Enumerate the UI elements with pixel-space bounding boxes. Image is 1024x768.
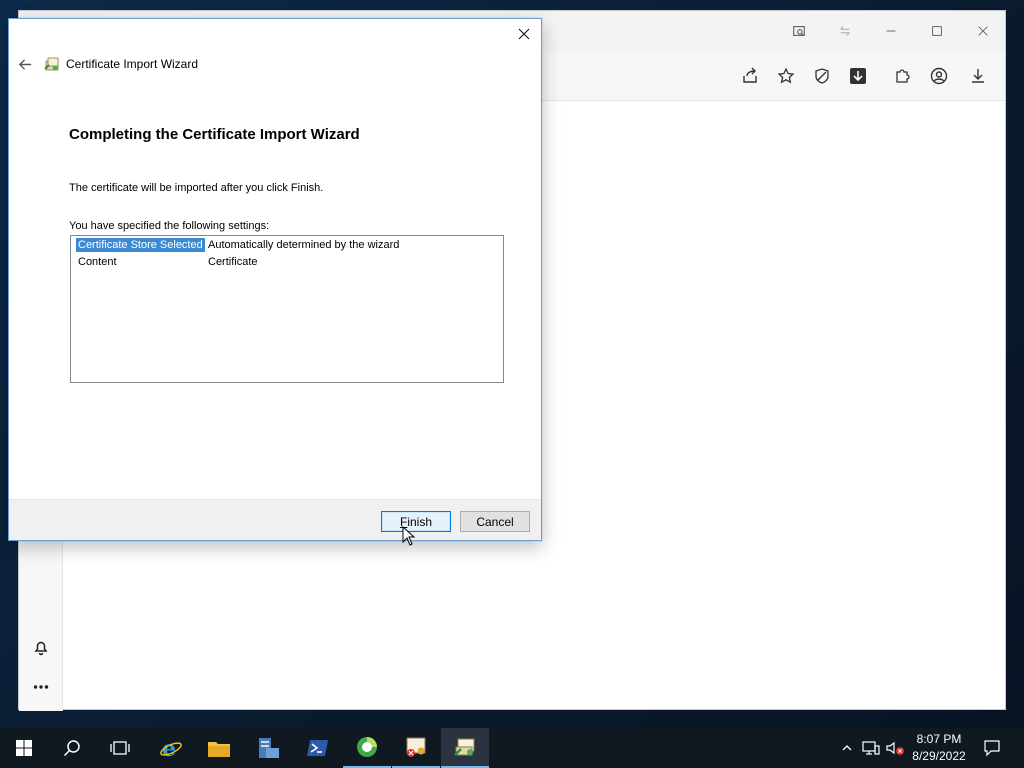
- app-green-icon[interactable]: [343, 728, 391, 768]
- task-view-icon[interactable]: [96, 728, 144, 768]
- network-icon[interactable]: [860, 728, 882, 768]
- profile-icon[interactable]: [924, 61, 954, 91]
- certificate-wizard-icon: [44, 57, 59, 71]
- search-icon[interactable]: [48, 728, 96, 768]
- browser-close-icon[interactable]: [963, 17, 1003, 45]
- file-explorer-icon[interactable]: [195, 728, 243, 768]
- more-icon[interactable]: [28, 674, 54, 700]
- certificate-import-wizard-dialog: Certificate Import Wizard Completing the…: [8, 18, 542, 541]
- share-icon[interactable]: [735, 61, 765, 91]
- clock-time: 8:07 PM: [916, 732, 962, 746]
- certificate-app-icon[interactable]: [392, 728, 440, 768]
- mouse-cursor-icon: [402, 526, 416, 546]
- close-icon[interactable]: [511, 21, 537, 47]
- back-arrow-icon[interactable]: [13, 53, 37, 75]
- finish-button[interactable]: Finish: [381, 511, 451, 532]
- volume-muted-icon[interactable]: [884, 728, 906, 768]
- extensions-icon[interactable]: [887, 61, 917, 91]
- chevron-up-icon[interactable]: [838, 728, 856, 768]
- dialog-footer: Finish Cancel: [9, 499, 541, 540]
- page-heading: Completing the Certificate Import Wizard: [69, 126, 360, 143]
- settings-listbox[interactable]: Certificate Store Selected Automatically…: [70, 235, 504, 383]
- system-clock[interactable]: 8:07 PM 8/29/2022: [904, 731, 974, 765]
- internet-explorer-icon[interactable]: e: [147, 728, 195, 768]
- certificate-import-icon[interactable]: [441, 728, 489, 768]
- minimize-icon[interactable]: [871, 17, 911, 45]
- setting-value-cell: Automatically determined by the wizard: [208, 239, 400, 251]
- server-manager-icon[interactable]: [244, 728, 292, 768]
- info-text: The certificate will be imported after y…: [69, 182, 324, 194]
- wizard-title: Certificate Import Wizard: [66, 57, 199, 71]
- setting-value-cell: Certificate: [208, 256, 258, 268]
- download-arrow-icon[interactable]: [843, 61, 873, 91]
- settings-label: You have specified the following setting…: [69, 220, 270, 232]
- restore-tabs-icon[interactable]: [825, 17, 865, 45]
- maximize-icon[interactable]: [917, 17, 957, 45]
- notification-icon[interactable]: [978, 728, 1006, 768]
- favorite-star-icon[interactable]: [771, 61, 801, 91]
- windows-start-icon[interactable]: [0, 728, 48, 768]
- cancel-button[interactable]: Cancel: [460, 511, 530, 532]
- downloads-icon[interactable]: [963, 61, 993, 91]
- setting-name-cell[interactable]: Certificate Store Selected: [75, 237, 206, 253]
- setting-name-cell[interactable]: Content: [78, 256, 117, 268]
- shield-icon[interactable]: [807, 61, 837, 91]
- taskbar: e 8:07 PM 8/29/2022: [0, 728, 1024, 768]
- tab-search-icon[interactable]: [779, 17, 819, 45]
- clock-date: 8/29/2022: [912, 749, 966, 763]
- powershell-icon[interactable]: [294, 728, 342, 768]
- bell-icon[interactable]: [28, 634, 54, 660]
